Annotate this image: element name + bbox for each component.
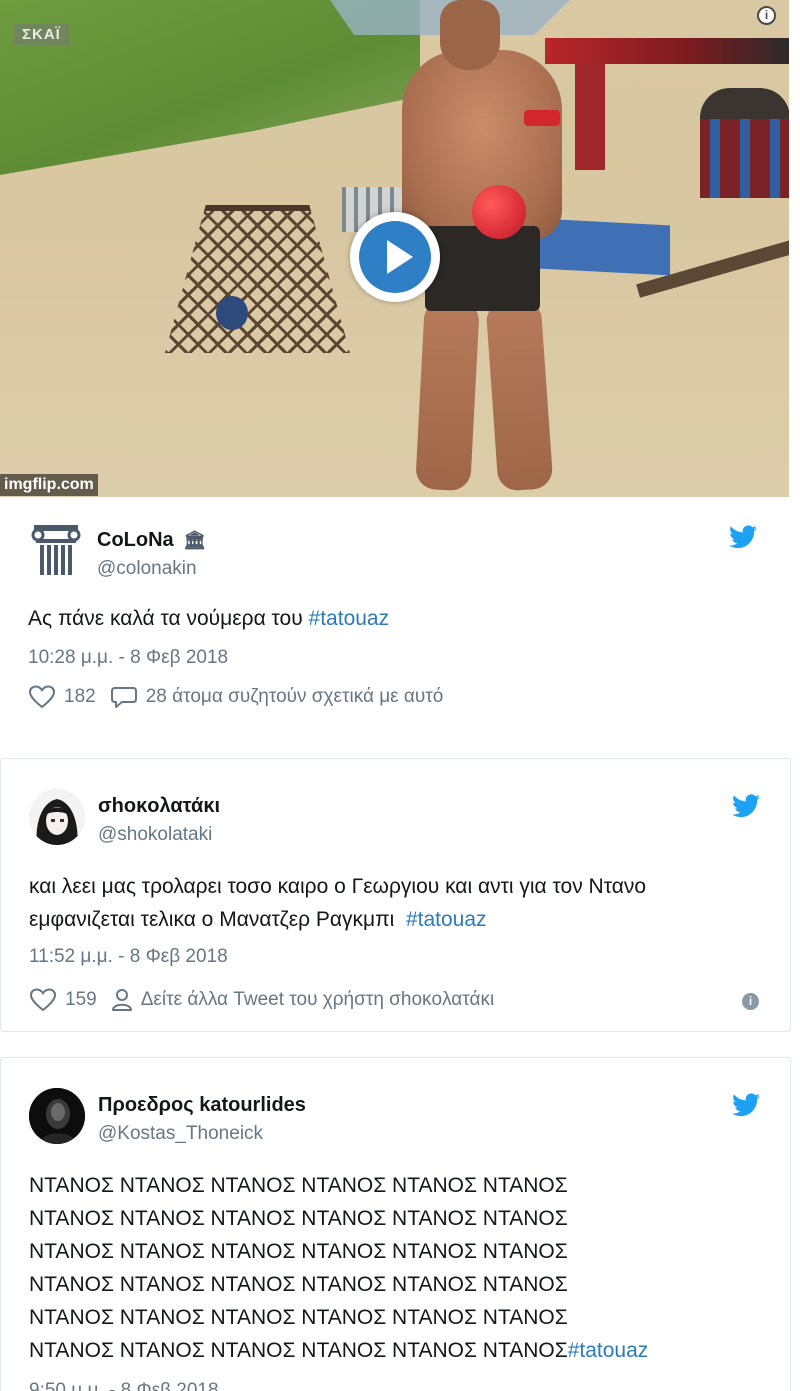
channel-logo: ΣΚΑΪ [14,24,69,45]
tweet-text-line: εμφανιζεται τελικα ο Μανατζερ Ραγκμπι #t… [29,903,646,936]
tweet-card: σhoκoλατάκι @shokolataki και λεει μας τρ… [0,758,791,1032]
tweet-author-handle[interactable]: @shokolataki [98,824,212,846]
tweet-text-line: ΝΤΑΝΟΣ ΝΤΑΝΟΣ ΝΤΑΝΟΣ ΝΤΑΝΟΣ ΝΤΑΝΟΣ ΝΤΑΝΟ… [29,1207,568,1230]
museum-emoji-icon: 🏛 [183,530,207,550]
person-head [440,0,500,70]
tweet-text-line: ΝΤΑΝΟΣ ΝΤΑΝΟΣ ΝΤΑΝΟΣ ΝΤΑΝΟΣ ΝΤΑΝΟΣ ΝΤΑΝΟ… [29,1174,568,1197]
hashtag-link[interactable]: #tatouaz [568,1339,649,1362]
info-icon[interactable]: i [757,6,776,25]
hashtag-link[interactable]: #tatouaz [309,607,390,630]
tweet-text-body: ΝΤΑΝΟΣ ΝΤΑΝΟΣ ΝΤΑΝΟΣ ΝΤΑΝΟΣ ΝΤΑΝΟΣ ΝΤΑΝΟ… [29,1339,568,1362]
conversation-link[interactable]: 28 άτομα συζητούν σχετικά με αυτό [146,686,444,708]
tweet-text: Ας πάνε καλά τα νούμερα του #tatouaz [28,602,389,635]
tweet-card: CoLoNa 🏛 @colonakin Ας πάνε καλά τα νούμ… [0,497,791,732]
red-beam [545,38,789,64]
tweet-text-line: και λεει μας τρολαρει τοσο καιρο ο Γεωργ… [29,875,647,898]
like-count[interactable]: 159 [65,989,97,1011]
tweet-text-line: ΝΤΑΝΟΣ ΝΤΑΝΟΣ ΝΤΑΝΟΣ ΝΤΑΝΟΣ ΝΤΑΝΟΣ ΝΤΑΝΟ… [29,1306,568,1329]
tweet-actions: 182 28 άτομα συζητούν σχετικά με αυτό [28,685,443,709]
reply-bubble-icon[interactable] [110,685,138,709]
tweet-author-handle[interactable]: @Kostas_Thoneick [98,1123,263,1145]
tweet-text: και λεει μας τρολαρει τοσο καιρο ο Γεωργ… [29,870,646,936]
avatar[interactable] [29,789,85,845]
blue-ball [216,296,248,330]
blue-board [540,218,670,276]
tweet-text-line: ΝΤΑΝΟΣ ΝΤΑΝΟΣ ΝΤΑΝΟΣ ΝΤΑΝΟΣ ΝΤΑΝΟΣ ΝΤΑΝΟ… [29,1273,568,1296]
tweet-text: ΝΤΑΝΟΣ ΝΤΑΝΟΣ ΝΤΑΝΟΣ ΝΤΑΝΟΣ ΝΤΑΝΟΣ ΝΤΑΝΟ… [29,1169,648,1367]
hashtag-link[interactable]: #tatouaz [406,908,487,931]
play-button[interactable] [350,212,440,302]
rope-basket [165,205,350,353]
person-shorts [425,226,540,311]
tweet-author-name[interactable]: σhoκoλατάκι [98,795,220,818]
tweet-timestamp[interactable]: 11:52 μ.μ. - 8 Φεβ 2018 [29,946,228,968]
red-ball [472,185,526,239]
tweet-author-name[interactable]: CoLoNa 🏛 [97,529,206,552]
red-armband [524,110,560,126]
avatar[interactable] [29,1088,85,1144]
like-count[interactable]: 182 [64,686,96,708]
tweet-timestamp[interactable]: 10:28 μ.μ. - 8 Φεβ 2018 [28,647,228,669]
tweet-actions: 159 Δείτε άλλα Tweet του χρήστη σhoκoλατ… [29,988,494,1012]
heart-icon[interactable] [28,685,56,709]
person-icon[interactable] [111,988,133,1012]
person-leg-left [415,298,480,492]
tweet-text-body: Ας πάνε καλά τα νούμερα του [28,607,309,630]
info-icon[interactable]: i [742,993,759,1010]
twitter-bird-icon[interactable] [729,525,757,549]
embedded-gif-video[interactable]: ΣΚΑΪ i imgflip.com [0,0,789,497]
more-tweets-link[interactable]: Δείτε άλλα Tweet του χρήστη σhoκoλατάκι [141,989,495,1011]
tweet-author-name[interactable]: Προεδρος katourlides [98,1094,306,1117]
play-icon [387,240,413,274]
twitter-bird-icon[interactable] [732,1093,760,1117]
tweet-card: Προεδρος katourlides @Kostas_Thoneick ΝΤ… [0,1057,791,1391]
heart-icon[interactable] [29,988,57,1012]
person-leg-right [485,298,554,492]
tweet-author-handle[interactable]: @colonakin [97,558,197,580]
avatar[interactable] [28,523,84,579]
author-name-text: CoLoNa [97,529,174,551]
tweet-timestamp[interactable]: 9:50 μ.μ. - 8 Φεβ 2018 [29,1380,219,1391]
tweet-text-body: εμφανιζεται τελικα ο Μανατζερ Ραγκμπι [29,908,406,931]
striped-stool [700,88,789,198]
tweet-text-line: ΝΤΑΝΟΣ ΝΤΑΝΟΣ ΝΤΑΝΟΣ ΝΤΑΝΟΣ ΝΤΑΝΟΣ ΝΤΑΝΟ… [29,1334,648,1367]
imgflip-watermark: imgflip.com [0,474,98,496]
tweet-text-line: ΝΤΑΝΟΣ ΝΤΑΝΟΣ ΝΤΑΝΟΣ ΝΤΑΝΟΣ ΝΤΑΝΟΣ ΝΤΑΝΟ… [29,1240,568,1263]
twitter-bird-icon[interactable] [732,794,760,818]
